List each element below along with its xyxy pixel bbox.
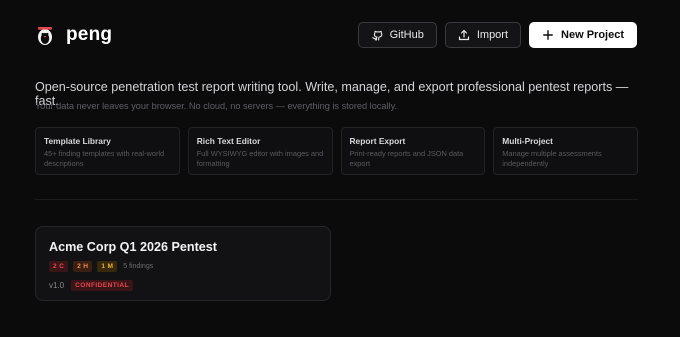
project-title: Acme Corp Q1 2026 Pentest [49, 240, 217, 254]
findings-count: 5 findings [123, 263, 154, 270]
header-actions: GitHub Import New Project [357, 22, 637, 48]
feature-description: Manage multiple assessments independentl… [502, 149, 602, 168]
severity-badges: 2 C 2 H 1 M 5 findings [49, 261, 153, 272]
feature-card-report-export: Report Export Print-ready reports and JS… [340, 127, 486, 175]
feature-title: Multi-Project [502, 136, 553, 146]
github-button[interactable]: GitHub [357, 22, 437, 48]
feature-description: 45+ finding templates with real-world de… [44, 149, 165, 168]
privacy-note: Your data never leaves your browser. No … [35, 101, 398, 111]
app-logo[interactable]: peng [34, 24, 112, 46]
feature-card-multi-project: Multi-Project Manage multiple assessment… [493, 127, 638, 175]
feature-grid: Template Library 45+ finding templates w… [35, 127, 638, 175]
feature-title: Template Library [44, 136, 111, 146]
github-label: GitHub [389, 29, 424, 41]
import-label: Import [476, 29, 509, 41]
feature-card-template-library: Template Library 45+ finding templates w… [35, 127, 180, 175]
feature-card-rich-text-editor: Rich Text Editor Full WYSIWYG editor wit… [187, 127, 333, 175]
high-count-badge: 2 H [73, 261, 93, 272]
classification-badge: CONFIDENTIAL [71, 280, 134, 291]
section-divider [35, 199, 638, 200]
plus-icon [543, 30, 553, 40]
github-icon [371, 30, 382, 41]
app-name: peng [66, 24, 113, 45]
medium-count-badge: 1 M [97, 261, 118, 272]
feature-description: Print-ready reports and JSON data export [349, 149, 464, 168]
feature-title: Report Export [349, 136, 406, 146]
new-project-button[interactable]: New Project [529, 22, 637, 48]
new-project-label: New Project [561, 29, 624, 41]
upload-icon [458, 29, 469, 41]
top-header: peng GitHub Import New Project [0, 0, 680, 70]
feature-description: Full WYSIWYG editor with images and form… [196, 149, 324, 168]
penguin-icon [38, 27, 52, 45]
app-page: peng GitHub Import New Project Open-sour… [0, 0, 680, 337]
critical-count-badge: 2 C [49, 261, 69, 272]
project-card[interactable]: Acme Corp Q1 2026 Pentest 2 C 2 H 1 M 5 … [35, 226, 331, 301]
project-version: v1.0 [49, 281, 65, 290]
feature-title: Rich Text Editor [196, 136, 261, 146]
project-meta: v1.0 CONFIDENTIAL [49, 280, 134, 291]
import-button[interactable]: Import [444, 22, 522, 48]
